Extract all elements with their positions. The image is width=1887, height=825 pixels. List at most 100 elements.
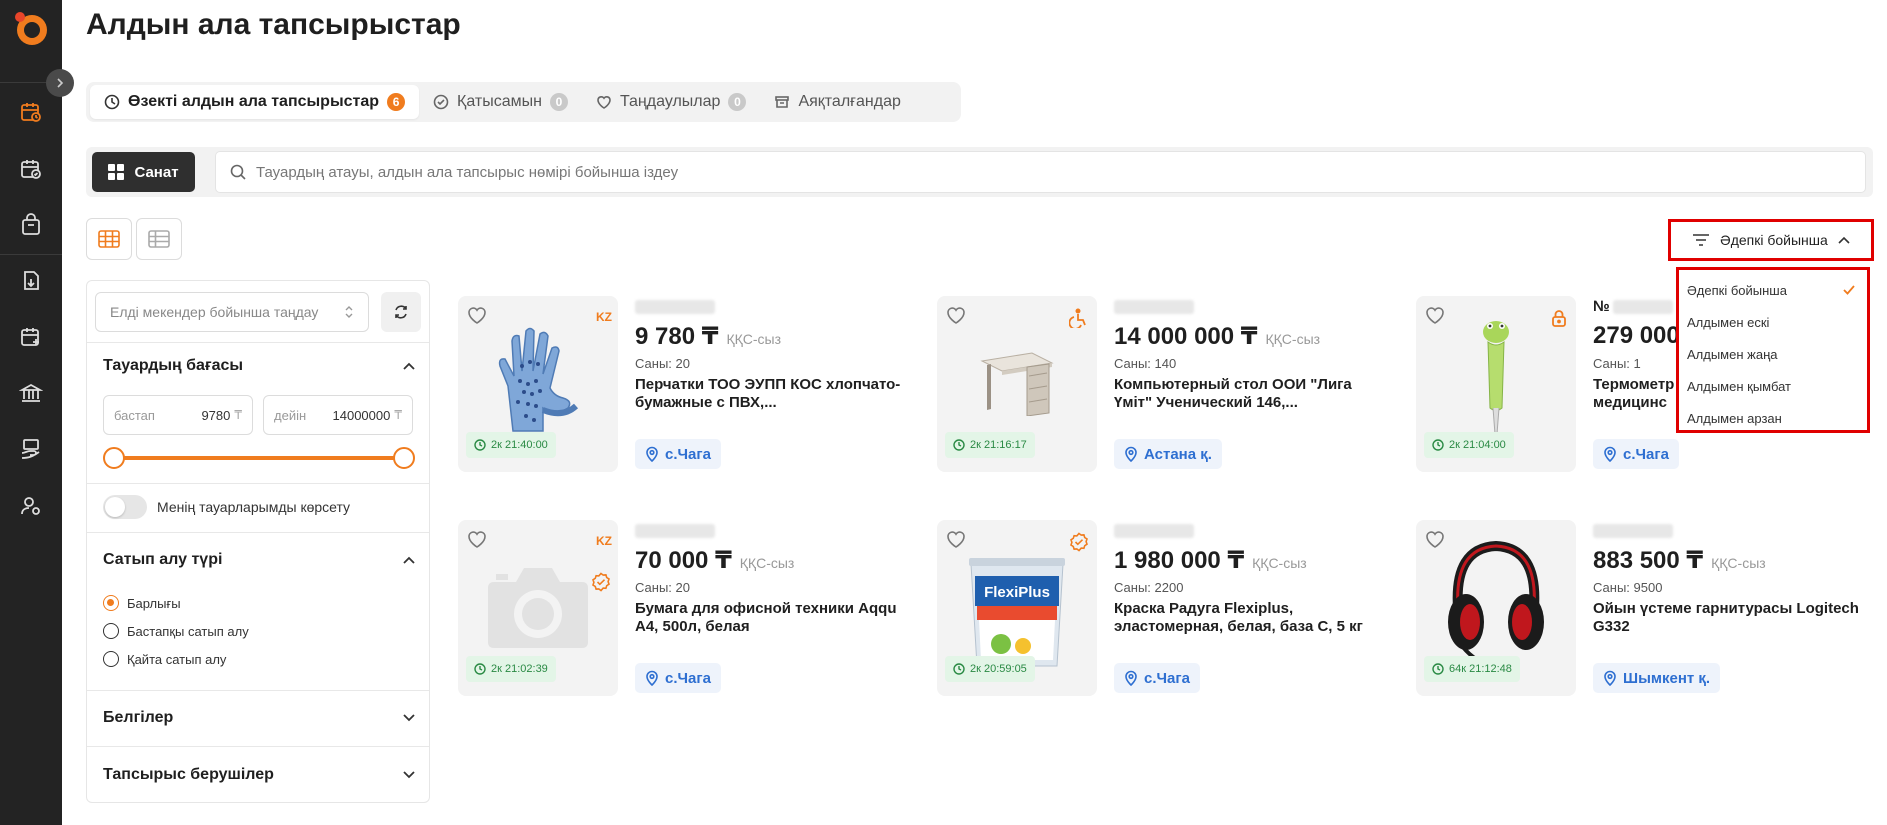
heart-icon[interactable] <box>945 304 967 326</box>
order-number-redacted <box>1114 524 1194 538</box>
lock-icon <box>1552 310 1566 327</box>
chevron-down-icon <box>403 714 415 722</box>
location-text: с.Чага <box>665 669 711 687</box>
price-from-field[interactable]: бастап 9780 ₸ <box>103 395 253 435</box>
tab-favorites[interactable]: Таңдаулылар 0 <box>582 85 760 119</box>
price-section-title: Тауардың бағасы <box>103 357 244 374</box>
tab-participating[interactable]: Қатысамын 0 <box>419 85 582 119</box>
page-title: Алдын ала тапсырыстар <box>86 8 461 41</box>
bank-icon[interactable] <box>17 379 45 407</box>
hand-cash-icon[interactable] <box>17 435 45 463</box>
location-tag[interactable]: с.Чага <box>1593 439 1679 469</box>
location-pin-icon <box>646 446 658 462</box>
refresh-button[interactable] <box>381 292 421 332</box>
tab-current-preorders[interactable]: Өзекті алдын ала тапсырыстар 6 <box>90 85 420 119</box>
document-download-icon[interactable] <box>17 267 45 295</box>
sort-option-newest[interactable]: Алдымен жаңа <box>1679 338 1867 370</box>
search-field[interactable] <box>215 151 1866 193</box>
sort-option-label: Әдепкі бойынша <box>1687 282 1787 298</box>
product-quantity: Саны: 20 <box>635 580 690 595</box>
sort-option-oldest[interactable]: Алдымен ескі <box>1679 306 1867 338</box>
product-card[interactable]: KZ 2к 21:40:00 9 780 ₸ ҚҚС-сыз Саны: 20 П… <box>458 296 918 472</box>
vat-label: ҚҚС-сыз <box>1265 331 1321 347</box>
countdown-timer: 2к 21:02:39 <box>466 656 556 682</box>
product-image[interactable]: 2к 21:16:17 <box>937 296 1097 472</box>
grid-view-button[interactable] <box>86 218 132 260</box>
tags-section-header[interactable]: Белгілер <box>103 709 415 727</box>
app-logo[interactable] <box>12 10 50 48</box>
timer-text: 2к 20:59:05 <box>970 663 1027 675</box>
sort-dropdown-button[interactable]: Әдепкі бойынша <box>1668 219 1874 261</box>
sort-option-expensive[interactable]: Алдымен қымбат <box>1679 370 1867 402</box>
product-image[interactable]: FlexiPlus 2к 20:59:05 <box>937 520 1097 696</box>
product-title[interactable]: Термометр медицинс <box>1593 376 1678 412</box>
chevron-down-icon <box>403 771 415 779</box>
product-title[interactable]: Компьютерный стол ООИ "Лига Үміт" Ученич… <box>1114 376 1384 412</box>
customers-section-header[interactable]: Тапсырыс берушілер <box>103 766 415 784</box>
location-tag[interactable]: Шымкент қ. <box>1593 663 1721 693</box>
heart-icon[interactable] <box>945 528 967 550</box>
product-card[interactable]: FlexiPlus 2к 20:59:05 1 980 000 ₸ ҚҚС-сыз… <box>937 520 1397 696</box>
product-image[interactable]: 64к 21:12:48 <box>1416 520 1576 696</box>
list-view-button[interactable] <box>136 218 182 260</box>
location-tag[interactable]: с.Чага <box>1114 663 1200 693</box>
product-price: 14 000 000 ₸ ҚҚС-сыз <box>1114 322 1320 351</box>
currency-symbol: ₸ <box>394 408 402 422</box>
tab-label: Таңдаулылар <box>619 93 721 110</box>
tabs-bar: Өзекті алдын ала тапсырыстар 6 Қатысамын… <box>86 82 961 122</box>
product-image[interactable]: KZ 2к 21:02:39 <box>458 520 618 696</box>
user-settings-icon[interactable] <box>17 492 45 520</box>
purchase-type-all[interactable]: Барлығы <box>103 595 181 611</box>
product-title[interactable]: Перчатки ТОО ЭУПП КОС хлопчато-бумажные … <box>635 376 905 412</box>
heart-icon[interactable] <box>466 528 488 550</box>
product-card[interactable]: 2к 21:04:00 № 279 000 Саны: 1 Термометр … <box>1416 296 1680 472</box>
location-tag[interactable]: Астана қ. <box>1114 439 1222 469</box>
sidebar-divider <box>0 254 62 255</box>
heart-icon <box>597 96 611 109</box>
chevron-up-icon <box>1838 236 1850 244</box>
price-section-header[interactable]: Тауардың бағасы <box>103 357 415 375</box>
tab-count-badge: 0 <box>549 93 568 111</box>
product-card[interactable]: 64к 21:12:48 883 500 ₸ ҚҚС-сыз Саны: 9500… <box>1416 520 1876 696</box>
location-tag[interactable]: с.Чага <box>635 663 721 693</box>
chevron-up-icon <box>403 556 415 564</box>
radio-button[interactable] <box>103 623 119 639</box>
shopping-bag-icon[interactable] <box>17 211 45 239</box>
product-card[interactable]: 2к 21:16:17 14 000 000 ₸ ҚҚС-сыз Саны: 14… <box>937 296 1397 472</box>
calendar-clock-icon[interactable] <box>17 98 45 126</box>
product-image[interactable]: KZ 2к 21:40:00 <box>458 296 618 472</box>
timer-text: 2к 21:16:17 <box>970 439 1027 451</box>
location-select[interactable]: Елді мекендер бойынша таңдау <box>95 292 369 332</box>
sidebar-collapse-button[interactable] <box>46 69 74 97</box>
calendar-plus-icon[interactable] <box>17 323 45 351</box>
price-slider-track[interactable] <box>113 456 403 460</box>
sort-option-cheap[interactable]: Алдымен арзан <box>1679 402 1867 434</box>
heart-icon[interactable] <box>466 304 488 326</box>
price-to-field[interactable]: дейін 14000000 ₸ <box>263 395 413 435</box>
product-title[interactable]: Ойын үстеме гарнитурасы Logitech G332 <box>1593 600 1863 636</box>
calendar-check-icon[interactable] <box>17 155 45 183</box>
purchase-type-initial[interactable]: Бастапқы сатып алу <box>103 623 249 639</box>
product-card[interactable]: KZ 2к 21:02:39 70 000 ₸ ҚҚС-сыз Саны: 20 … <box>458 520 918 696</box>
product-image[interactable]: 2к 21:04:00 <box>1416 296 1576 472</box>
my-goods-toggle[interactable] <box>103 495 147 519</box>
location-text: с.Чага <box>1623 445 1669 463</box>
price-slider-max-thumb[interactable] <box>393 447 415 469</box>
price-slider-min-thumb[interactable] <box>103 447 125 469</box>
product-title[interactable]: Краска Радуга Flexiplus, эластомерная, б… <box>1114 600 1384 636</box>
tab-completed[interactable]: Аяқталғандар <box>760 85 914 119</box>
category-button[interactable]: Санат <box>92 152 195 192</box>
search-input[interactable] <box>256 163 1836 181</box>
radio-button[interactable] <box>103 651 119 667</box>
purchase-type-header[interactable]: Сатып алу түрі <box>103 551 415 569</box>
purchase-type-repeat[interactable]: Қайта сатып алу <box>103 651 226 667</box>
product-quantity: Саны: 20 <box>635 356 690 371</box>
sort-option-default[interactable]: Әдепкі бойынша <box>1679 274 1867 306</box>
radio-button[interactable] <box>103 595 119 611</box>
heart-icon[interactable] <box>1424 304 1446 326</box>
location-tag[interactable]: с.Чага <box>635 439 721 469</box>
verified-badge-icon <box>1070 532 1088 552</box>
heart-icon[interactable] <box>1424 528 1446 550</box>
product-title[interactable]: Бумага для офисной техники Aqqu A4, 500л… <box>635 600 905 636</box>
refresh-icon <box>395 305 407 319</box>
